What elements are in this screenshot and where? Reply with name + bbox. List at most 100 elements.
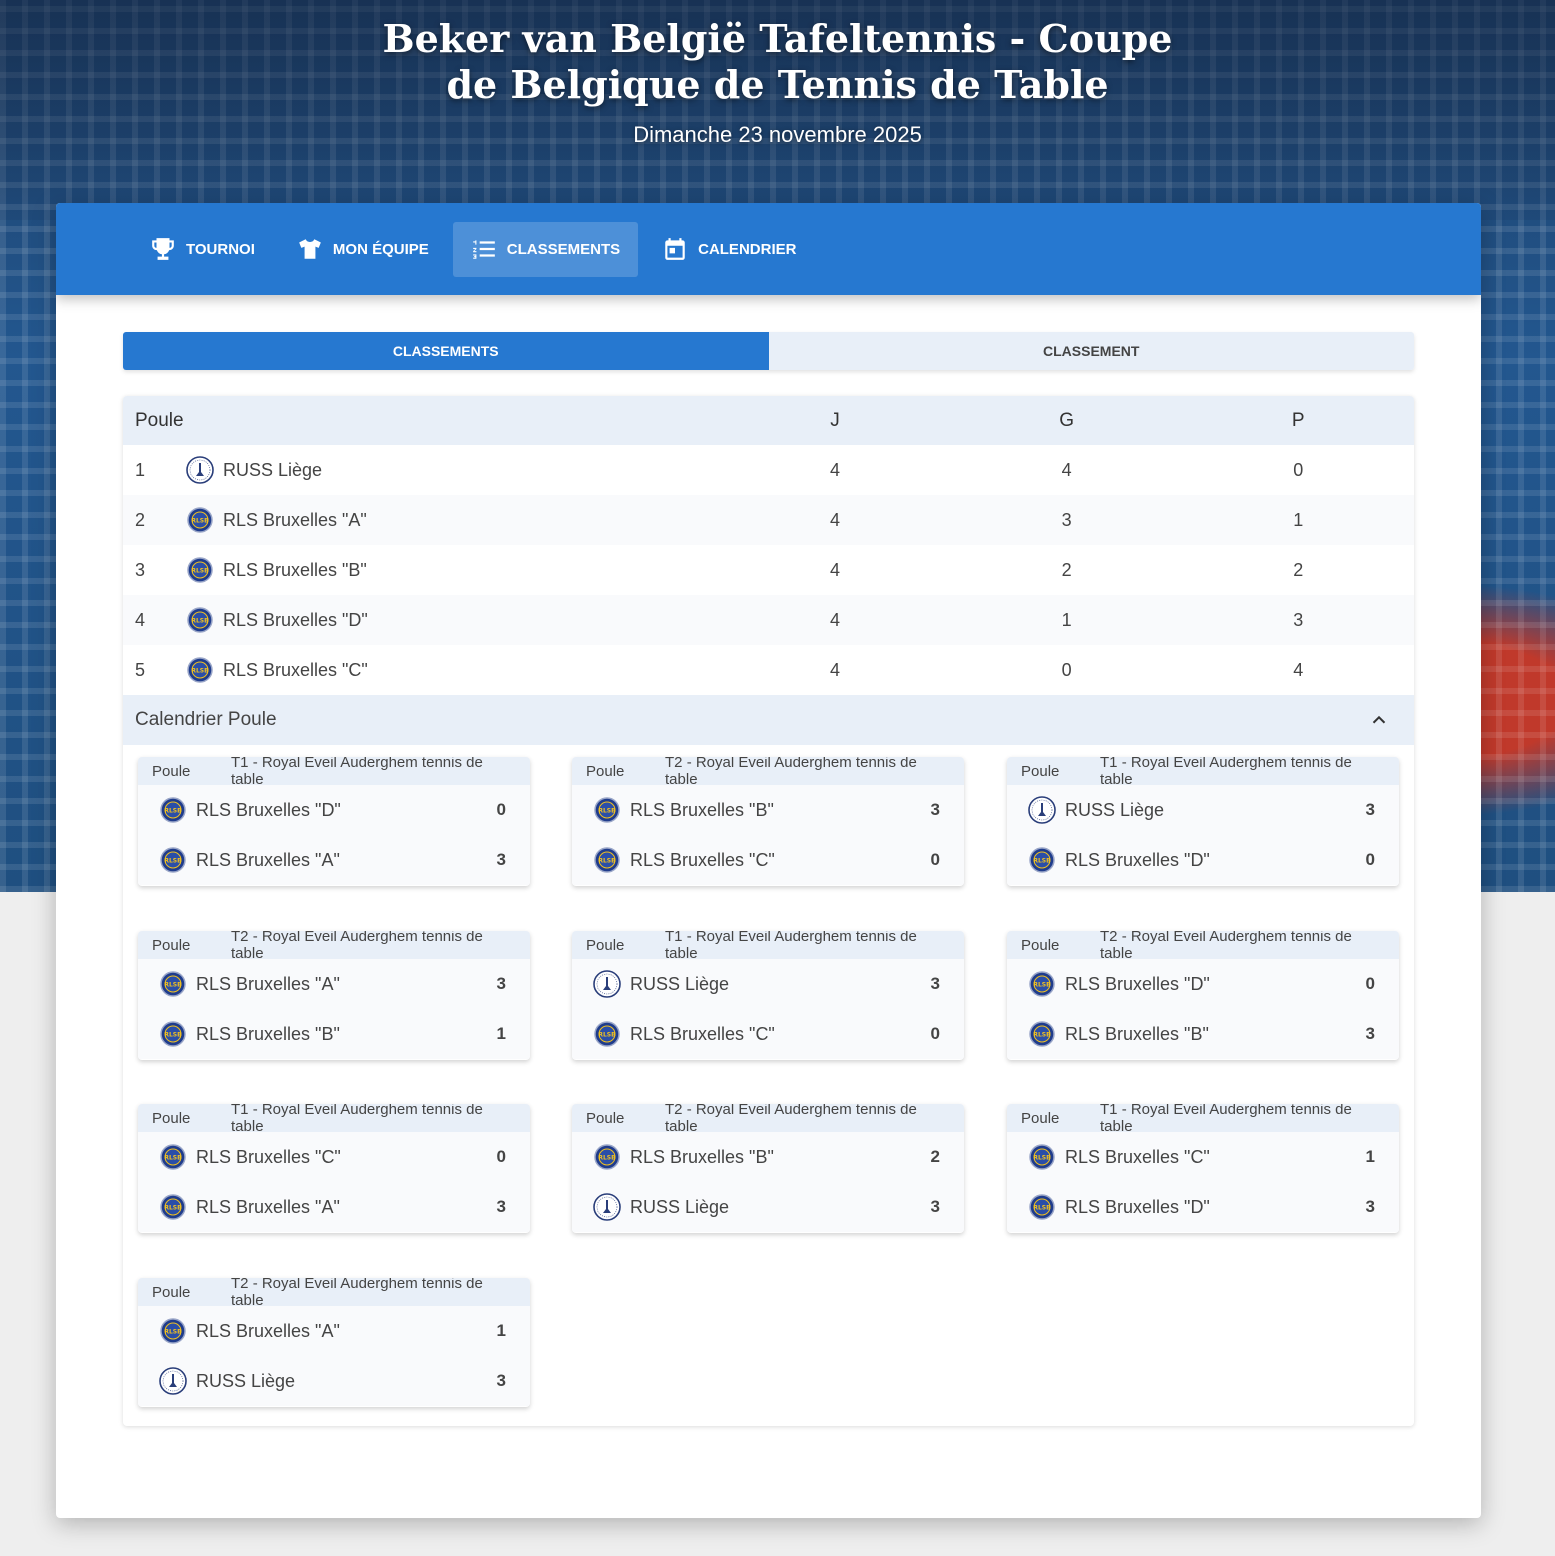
standings-body: 1 RUSS Liège 4 4 0 2 RLSB RLS Bruxelles "A" 4 3 1 3… (123, 445, 1414, 695)
away-score: 0 (930, 1024, 940, 1043)
away-team: RUSS Liège (630, 1196, 730, 1217)
rls-bruxelles-logo-icon: RLSB (160, 1021, 186, 1047)
rls-bruxelles-logo-icon: RLSB (594, 847, 620, 873)
match-card[interactable]: Poule T1 - Royal Eveil Auderghem tennis d… (138, 1104, 530, 1233)
match-card[interactable]: Poule T1 - Royal Eveil Auderghem tennis d… (572, 931, 964, 1060)
away-team: RLS Bruxelles "C" (630, 1023, 775, 1044)
match-card[interactable]: Poule T1 - Royal Eveil Auderghem tennis d… (138, 757, 530, 886)
match-poule-label: Poule (586, 936, 625, 954)
svg-text:RLSB: RLSB (164, 1032, 182, 1039)
nav-tournoi[interactable]: TOURNOI (132, 222, 273, 277)
match-table: T2 - Royal Eveil Auderghem tennis de tab… (231, 1278, 483, 1309)
match-away-row: RLSB RLS Bruxelles "C" 0 (572, 835, 964, 885)
svg-text:RLSB: RLSB (1033, 982, 1051, 989)
home-score: 2 (930, 1147, 940, 1166)
match-home-row: RUSS Liège 3 (1007, 785, 1399, 835)
rls-bruxelles-logo-icon: RLSB (187, 557, 213, 583)
away-score: 0 (930, 850, 940, 869)
lost: 2 (1293, 559, 1304, 580)
rls-bruxelles-logo-icon: RLSB (160, 1318, 186, 1344)
played: 4 (830, 459, 841, 480)
rls-bruxelles-logo-icon: RLSB (187, 657, 213, 683)
away-team: RLS Bruxelles "D" (1065, 1196, 1210, 1217)
match-away-row: RLSB RLS Bruxelles "B" 1 (138, 1009, 530, 1059)
match-away-row: RLSB RLS Bruxelles "D" 3 (1007, 1182, 1399, 1232)
svg-text:RLSB: RLSB (191, 518, 209, 525)
subtab-classements[interactable]: CLASSEMENTS (123, 332, 769, 370)
team-name: RLS Bruxelles "C" (222, 659, 368, 680)
nav-calendrier[interactable]: CALENDRIER (644, 222, 814, 277)
match-card[interactable]: Poule T1 - Royal Eveil Auderghem tennis d… (1007, 757, 1399, 886)
match-poule-label: Poule (1021, 1109, 1060, 1127)
rank: 5 (135, 659, 146, 680)
rank: 3 (135, 559, 146, 580)
match-header: Poule T1 - Royal Eveil Auderghem tennis d… (138, 1104, 530, 1135)
played: 4 (830, 559, 841, 580)
rls-bruxelles-logo-icon: RLSB (594, 797, 620, 823)
match-card[interactable]: Poule T2 - Royal Eveil Auderghem tennis d… (138, 931, 530, 1060)
shirt-icon (299, 239, 321, 259)
standings-panel: Poule J G P 1 RUSS Liège 4 4 0 2 RLSB RLS Bruxe… (123, 396, 1414, 1426)
away-score: 3 (496, 1197, 506, 1216)
rls-bruxelles-logo-icon: RLSB (160, 1144, 186, 1170)
won: 0 (1061, 659, 1072, 680)
match-card[interactable]: Poule T2 - Royal Eveil Auderghem tennis d… (572, 1104, 964, 1233)
match-poule-label: Poule (586, 762, 625, 780)
team-cell: RLSB RLS Bruxelles "B" (185, 555, 719, 585)
rls-bruxelles-logo-icon: RLSB (1029, 1144, 1055, 1170)
nav-classements[interactable]: CLASSEMENTS (452, 221, 639, 277)
calendar-header[interactable]: Calendrier Poule (123, 695, 1414, 745)
subtab-classement[interactable]: CLASSEMENT (768, 332, 1414, 370)
rls-bruxelles-logo-icon: RLSB (1029, 1194, 1055, 1220)
russ-liege-logo-icon (593, 1193, 621, 1221)
chevron-up-icon[interactable] (1368, 709, 1390, 731)
rls-bruxelles-logo-icon: RLSB (1029, 971, 1055, 997)
standings-row: 5 RLSB RLS Bruxelles "C" 4 0 4 (123, 645, 1414, 695)
team-name: RLS Bruxelles "B" (222, 559, 367, 580)
match-card[interactable]: Poule T1 - Royal Eveil Auderghem tennis d… (1007, 1104, 1399, 1233)
won: 1 (1061, 609, 1072, 630)
match-card[interactable]: Poule T2 - Royal Eveil Auderghem tennis d… (1007, 931, 1399, 1060)
svg-text:RLSB: RLSB (1033, 1155, 1051, 1162)
match-table: T2 - Royal Eveil Auderghem tennis de tab… (665, 757, 917, 788)
svg-text:RLSB: RLSB (164, 1329, 182, 1336)
standings-header: Poule J G P (123, 396, 1414, 445)
match-table: T2 - Royal Eveil Auderghem tennis de tab… (665, 1104, 917, 1135)
rls-bruxelles-logo-icon: RLSB (160, 1194, 186, 1220)
svg-text:RLSB: RLSB (1033, 1205, 1051, 1212)
rls-bruxelles-logo-icon: RLSB (187, 607, 213, 633)
svg-text:RLSB: RLSB (164, 1205, 182, 1212)
home-team: RUSS Liège (630, 973, 730, 994)
match-header: Poule T2 - Royal Eveil Auderghem tennis d… (1007, 931, 1399, 962)
away-team: RLS Bruxelles "D" (1065, 849, 1210, 870)
home-score: 1 (1365, 1147, 1375, 1166)
rls-bruxelles-logo-icon: RLSB (594, 1021, 620, 1047)
page-title: Beker van België Tafeltennis - Coupe de … (382, 16, 1173, 107)
home-score: 0 (496, 1147, 506, 1166)
team-name: RUSS Liège (222, 459, 323, 480)
header-j: J (830, 409, 840, 431)
standings-row: 1 RUSS Liège 4 4 0 (123, 445, 1414, 495)
match-header: Poule T1 - Royal Eveil Auderghem tennis d… (1007, 1104, 1399, 1135)
match-header: Poule T2 - Royal Eveil Auderghem tennis d… (138, 931, 530, 962)
match-home-row: RLSB RLS Bruxelles "D" 0 (138, 785, 530, 835)
match-card[interactable]: Poule T2 - Royal Eveil Auderghem tennis d… (572, 757, 964, 886)
away-score: 0 (1365, 850, 1375, 869)
away-team: RLS Bruxelles "A" (196, 1196, 340, 1217)
rank: 2 (135, 509, 146, 530)
team-cell: RLSB RLS Bruxelles "A" (185, 505, 719, 535)
home-team: RLS Bruxelles "B" (630, 799, 774, 820)
match-away-row: RUSS Liège 3 (572, 1182, 964, 1232)
played: 4 (830, 509, 841, 530)
match-header: Poule T1 - Royal Eveil Auderghem tennis d… (572, 931, 964, 962)
svg-text:RLSB: RLSB (191, 568, 209, 575)
match-away-row: RUSS Liège 3 (138, 1356, 530, 1406)
home-team: RLS Bruxelles "A" (196, 973, 340, 994)
match-home-row: RLSB RLS Bruxelles "B" 2 (572, 1132, 964, 1182)
away-score: 3 (1365, 1024, 1375, 1043)
played: 4 (830, 659, 841, 680)
event-date: Dimanche 23 novembre 2025 (633, 122, 922, 147)
match-card[interactable]: Poule T2 - Royal Eveil Auderghem tennis d… (138, 1278, 530, 1407)
team-cell: RUSS Liège (185, 455, 719, 485)
nav-mon-equipe[interactable]: MON ÉQUIPE (279, 222, 447, 277)
